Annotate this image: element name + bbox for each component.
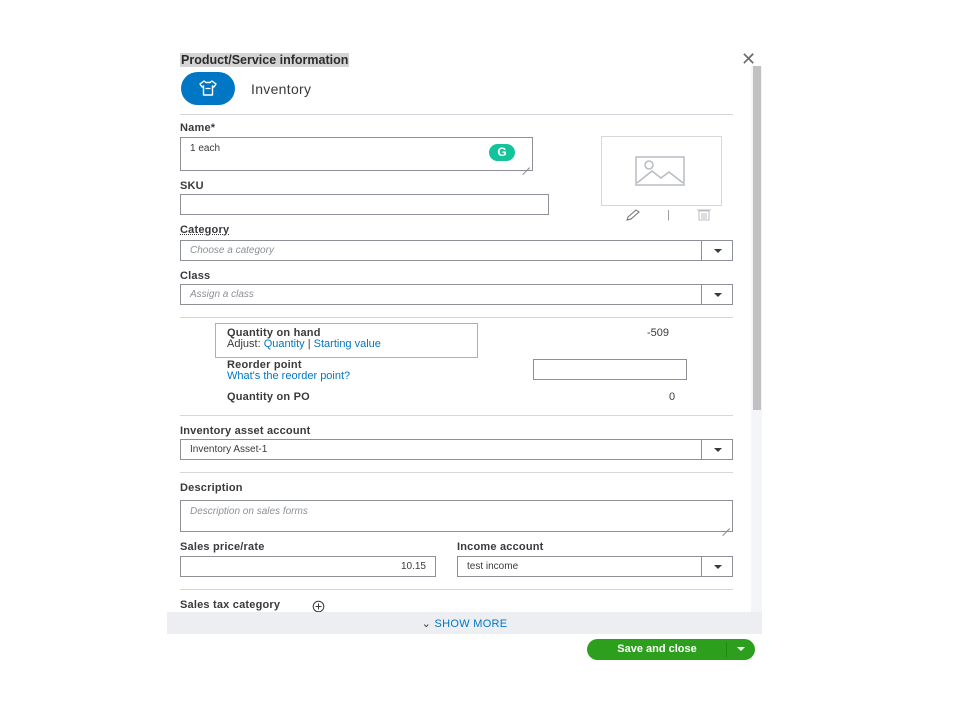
- name-value: 1 each: [190, 143, 221, 154]
- divider: [180, 415, 733, 416]
- chevron-down-icon[interactable]: [701, 285, 732, 304]
- resize-handle[interactable]: [522, 160, 530, 168]
- income-account-value: test income: [467, 561, 519, 572]
- adjust-row: Adjust: Quantity | Starting value: [227, 338, 381, 350]
- type-label: Inventory: [251, 81, 312, 97]
- resize-handle[interactable]: [722, 521, 730, 529]
- quantity-on-po-label: Quantity on PO: [227, 391, 310, 403]
- divider: [180, 114, 733, 115]
- chevron-down-icon[interactable]: [701, 557, 732, 576]
- class-label: Class: [180, 270, 211, 282]
- save-and-close-button[interactable]: Save and close: [587, 639, 755, 660]
- name-field[interactable]: 1 each: [180, 137, 533, 171]
- category-select[interactable]: Choose a category: [180, 240, 733, 261]
- image-action-separator: |: [667, 209, 670, 221]
- reorder-point-input[interactable]: [533, 359, 687, 380]
- name-label: Name*: [180, 122, 216, 134]
- show-more-bar[interactable]: ⌄ SHOW MORE: [167, 612, 762, 634]
- adjust-quantity-link[interactable]: Quantity: [264, 338, 305, 350]
- income-account-select[interactable]: test income: [457, 556, 733, 577]
- grammarly-icon[interactable]: G: [489, 144, 515, 161]
- show-more-button[interactable]: ⌄ SHOW MORE: [167, 617, 762, 630]
- pencil-icon[interactable]: [625, 209, 641, 221]
- chevron-down-icon[interactable]: [701, 241, 732, 260]
- inventory-asset-label: Inventory asset account: [180, 425, 311, 437]
- shirt-icon: [199, 80, 217, 96]
- image-upload-box[interactable]: [601, 136, 722, 206]
- quantity-on-hand-value: -509: [647, 327, 670, 339]
- sales-price-value: 10.15: [400, 561, 426, 572]
- chevron-down-icon[interactable]: [701, 440, 732, 459]
- sales-price-label: Sales price/rate: [180, 541, 265, 553]
- adjust-prefix: Adjust:: [227, 338, 264, 350]
- show-more-label: SHOW MORE: [434, 618, 508, 630]
- chevron-down-icon: ⌄: [421, 618, 432, 630]
- divider: [180, 317, 733, 318]
- button-divider: [726, 642, 727, 657]
- income-account-label: Income account: [457, 541, 544, 553]
- class-placeholder: Assign a class: [190, 289, 254, 300]
- reorder-help-link[interactable]: What's the reorder point?: [227, 370, 350, 382]
- quantity-on-po-value: 0: [669, 391, 676, 403]
- inventory-asset-select[interactable]: Inventory Asset-1: [180, 439, 733, 460]
- save-and-close-label: Save and close: [617, 643, 697, 655]
- scrollbar-thumb[interactable]: [753, 66, 761, 410]
- divider: [180, 589, 733, 590]
- chevron-down-icon[interactable]: [737, 647, 745, 651]
- adjust-separator: |: [307, 338, 311, 350]
- inventory-asset-value: Inventory Asset-1: [190, 444, 268, 455]
- divider: [180, 472, 733, 473]
- image-placeholder-icon: [635, 156, 685, 186]
- description-placeholder: Description on sales forms: [190, 506, 308, 517]
- sales-price-input[interactable]: 10.15: [180, 556, 436, 577]
- panel-title: Product/Service information: [180, 53, 350, 67]
- sku-input[interactable]: [180, 194, 549, 215]
- category-placeholder: Choose a category: [190, 245, 274, 256]
- sales-tax-label: Sales tax category: [180, 599, 281, 611]
- description-label: Description: [180, 482, 243, 494]
- starting-value-link[interactable]: Starting value: [314, 338, 381, 350]
- class-select[interactable]: Assign a class: [180, 284, 733, 305]
- trash-icon[interactable]: [696, 208, 712, 221]
- category-label: Category: [180, 224, 230, 236]
- sku-label: SKU: [180, 180, 204, 192]
- inventory-type-badge[interactable]: [181, 72, 235, 105]
- description-textarea[interactable]: Description on sales forms: [180, 500, 733, 532]
